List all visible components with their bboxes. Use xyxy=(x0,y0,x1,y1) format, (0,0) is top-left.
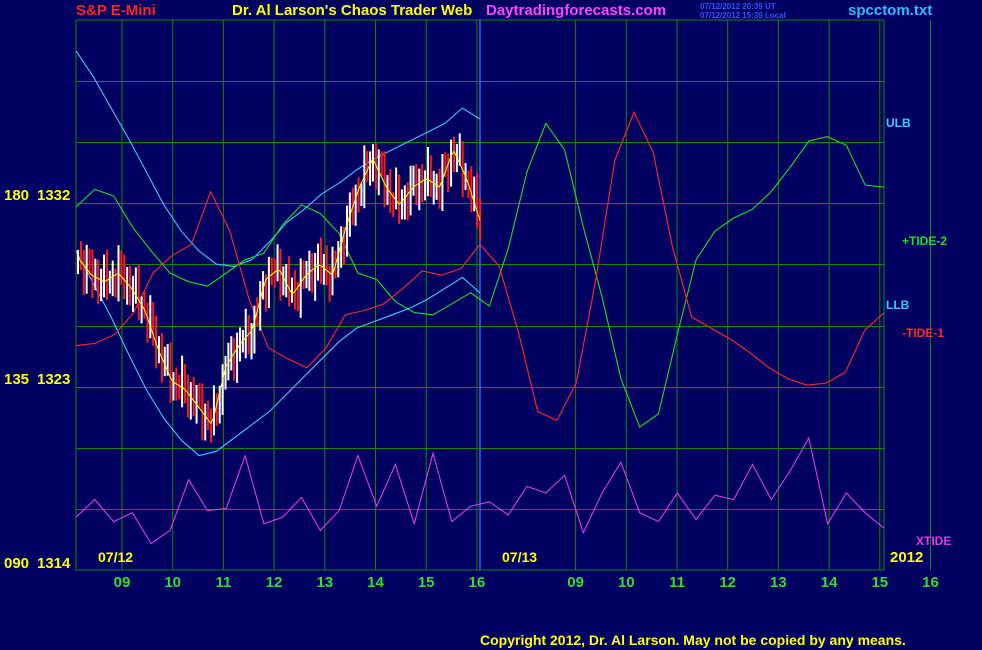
x-tick-label: 14 xyxy=(367,574,384,591)
legend-ulb: ULB xyxy=(886,116,911,130)
y-label-code-1332: 180 xyxy=(4,187,30,204)
x-tick-label: 10 xyxy=(164,574,181,591)
legend-tide-1: -TIDE-1 xyxy=(902,326,944,340)
timestamp-ut: 07/12/2012 20:39 UT xyxy=(700,2,776,11)
legend-llb: LLB xyxy=(886,298,910,312)
y-label-price-1323: 1323 xyxy=(37,371,71,388)
x-tick-label: 15 xyxy=(418,574,435,591)
x-tick-label: 10 xyxy=(618,574,635,591)
x-tick-label: 13 xyxy=(316,574,333,591)
series-ulb xyxy=(75,50,481,267)
x-tick-label: 12 xyxy=(719,574,736,591)
x-tick-label: 11 xyxy=(669,574,685,591)
symbol-title: S&P E-Mini xyxy=(76,2,156,19)
y-label-code-1314: 090 xyxy=(4,555,30,572)
x-tick-label: 15 xyxy=(871,574,888,591)
date-label-2: 07/13 xyxy=(502,549,538,565)
chart: 09 10 11 12 13 14 15 16 09 10 11 12 13 14 15 16 xyxy=(75,19,939,591)
x-tick-label: 13 xyxy=(770,574,787,591)
x-tick-label: 09 xyxy=(567,574,584,591)
x-tick-label: 16 xyxy=(922,574,939,591)
x-tick-label: 12 xyxy=(266,574,283,591)
y-label-price-1314: 1314 xyxy=(37,555,71,572)
year-label: 2012 xyxy=(890,549,924,566)
file-name: spcctom.txt xyxy=(848,2,933,19)
x-tick-label: 09 xyxy=(114,574,131,591)
x-tick-label: 11 xyxy=(215,574,231,591)
legend-xtide: XTIDE xyxy=(916,534,952,548)
legend-tide-2: +TIDE-2 xyxy=(902,234,948,248)
y-label-code-1323: 135 xyxy=(4,371,30,388)
timestamp-local: 07/12/2012 15:39 Local xyxy=(700,11,786,20)
x-tick-label: 16 xyxy=(469,574,486,591)
y-label-price-1332: 1332 xyxy=(37,187,71,204)
copyright: Copyright 2012, Dr. Al Larson. May not b… xyxy=(480,632,906,648)
date-label-1: 07/12 xyxy=(98,549,134,565)
chart-title: Dr. Al Larson's Chaos Trader Web xyxy=(232,2,473,19)
x-tick-label: 14 xyxy=(821,574,838,591)
site-name[interactable]: Daytradingforecasts.com xyxy=(486,2,666,19)
